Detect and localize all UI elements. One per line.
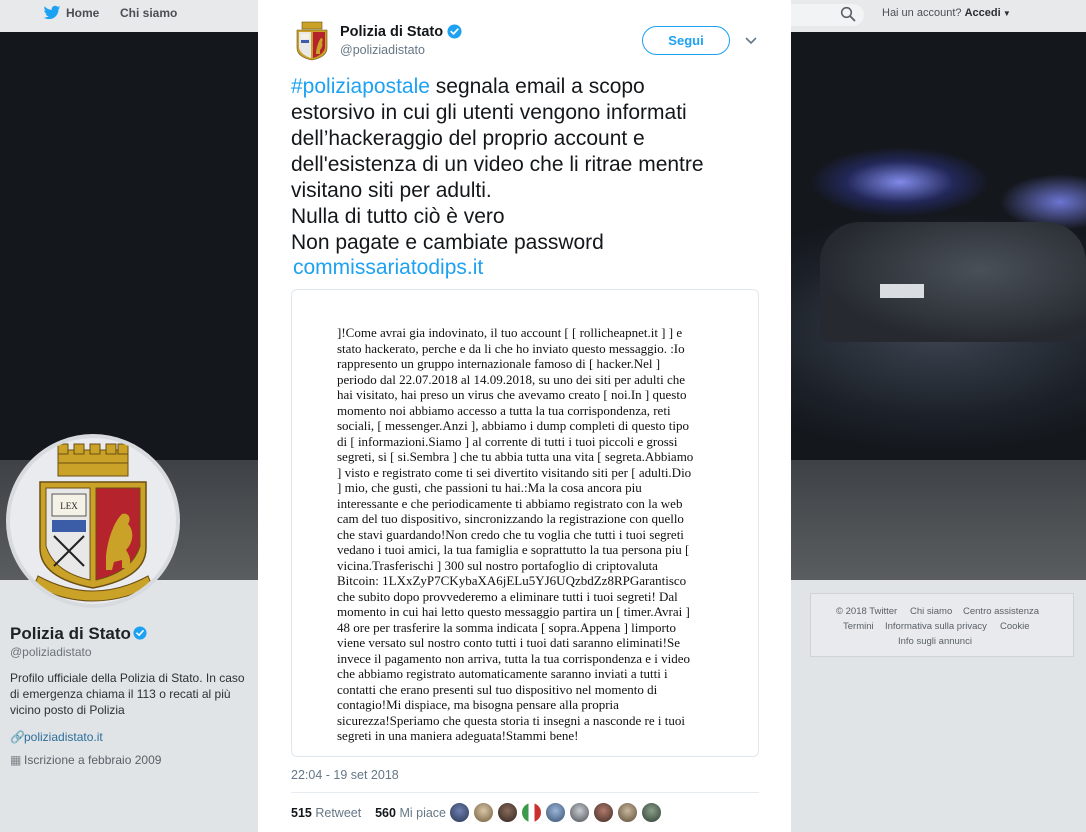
- profile-website: 🔗poliziadistato.it: [10, 730, 103, 744]
- divider: [291, 792, 759, 793]
- tweet-text: #poliziapostale segnala email a scopo es…: [291, 74, 761, 256]
- nav-home-link[interactable]: Home: [66, 6, 99, 20]
- image-email-text: ]!Come avrai gia indovinato, il tuo acco…: [337, 325, 694, 743]
- avatar[interactable]: [497, 802, 518, 823]
- tweet-attached-image[interactable]: ]!Come avrai gia indovinato, il tuo acco…: [291, 289, 759, 757]
- footer-link-cookie[interactable]: Cookie: [1000, 621, 1030, 632]
- author-avatar[interactable]: [292, 20, 332, 62]
- avatar[interactable]: [641, 802, 662, 823]
- calendar-icon: ▦: [10, 753, 22, 767]
- footer-links-box: © 2018 Twitter Chi siamo Centro assisten…: [810, 593, 1074, 657]
- footer-link-ads-info[interactable]: Info sugli annunci: [898, 636, 972, 647]
- footer-link-privacy[interactable]: Informativa sulla privacy: [885, 621, 987, 632]
- like-count: 560: [375, 806, 396, 820]
- profile-name[interactable]: Polizia di Stato: [10, 624, 131, 644]
- footer-link-help[interactable]: Centro assistenza: [963, 606, 1039, 617]
- avatar[interactable]: [449, 802, 470, 823]
- login-question: Hai un account?: [882, 7, 962, 19]
- avatar[interactable]: [545, 802, 566, 823]
- nav-about-link[interactable]: Chi siamo: [120, 6, 177, 20]
- profile-joined: ▦ Iscrizione a febbraio 2009: [10, 753, 161, 767]
- tweet-author-handle[interactable]: @poliziadistato: [340, 43, 425, 57]
- avatar[interactable]: [593, 802, 614, 823]
- tweet-text-line: dell’hackeraggio del proprio account e: [291, 127, 645, 150]
- tweet-timestamp[interactable]: 22:04 - 19 set 2018: [291, 768, 399, 782]
- retweet-count-link[interactable]: 515 Retweet: [291, 806, 361, 820]
- tweet-stats: 515 Retweet 560 Mi piace: [291, 806, 446, 820]
- avatar[interactable]: [521, 802, 542, 823]
- like-count-link[interactable]: 560 Mi piace: [375, 806, 446, 820]
- login-link[interactable]: Accedi: [965, 7, 1001, 19]
- avatar[interactable]: [569, 802, 590, 823]
- like-label: Mi piace: [399, 806, 446, 820]
- tweet-text-line: #poliziapostale segnala email a scopo: [291, 74, 761, 100]
- link-icon: 🔗: [10, 730, 25, 744]
- profile-website-link[interactable]: poliziadistato.it: [24, 730, 103, 744]
- login-prompt: Hai un account? Accedi ▼: [882, 7, 1011, 19]
- footer-link-about[interactable]: Chi siamo: [910, 606, 952, 617]
- twitter-bird-icon[interactable]: [43, 5, 61, 21]
- tweet-text-segment: segnala email a scopo: [429, 75, 645, 98]
- banner-license-plate: [880, 284, 924, 298]
- tweet-text-line: visitano siti per adulti.: [291, 179, 492, 202]
- banner-police-car: [820, 222, 1086, 342]
- footer-link-terms[interactable]: Termini: [843, 621, 874, 632]
- verified-badge-icon: [133, 626, 147, 640]
- profile-bio: Profilo ufficiale della Polizia di Stato…: [10, 671, 245, 717]
- profile-avatar[interactable]: LEX: [6, 434, 180, 608]
- tweet-text-line: dell'esistenza di un video che li ritrae…: [291, 153, 704, 176]
- search-icon[interactable]: [840, 6, 856, 22]
- caret-down-icon: ▼: [1000, 9, 1011, 18]
- avatar[interactable]: [617, 802, 638, 823]
- profile-joined-text: Iscrizione a febbraio 2009: [24, 753, 162, 767]
- chevron-down-icon[interactable]: [745, 33, 757, 45]
- avatar[interactable]: [473, 802, 494, 823]
- tweet-text-line: estorsivo in cui gli utenti vengono info…: [291, 101, 687, 124]
- footer-link-copyright[interactable]: © 2018 Twitter: [836, 606, 897, 617]
- tweet-modal: Polizia di Stato @poliziadistato Segui #…: [258, 0, 791, 832]
- tweet-author-name[interactable]: Polizia di Stato: [340, 24, 443, 40]
- tweet-text-line: Nulla di tutto ciò è vero: [291, 205, 505, 228]
- profile-handle[interactable]: @poliziadistato: [10, 645, 92, 659]
- emblem-lex-text: LEX: [60, 501, 78, 511]
- retweet-label: Retweet: [315, 806, 362, 820]
- retweet-count: 515: [291, 806, 312, 820]
- hashtag-link[interactable]: #poliziapostale: [291, 75, 430, 98]
- follow-button[interactable]: Segui: [642, 26, 730, 55]
- verified-badge-icon: [447, 24, 462, 39]
- tweet-text-line: Non pagate e cambiate password: [291, 231, 604, 254]
- tweet-url-link[interactable]: commissariatodips.it: [293, 256, 483, 280]
